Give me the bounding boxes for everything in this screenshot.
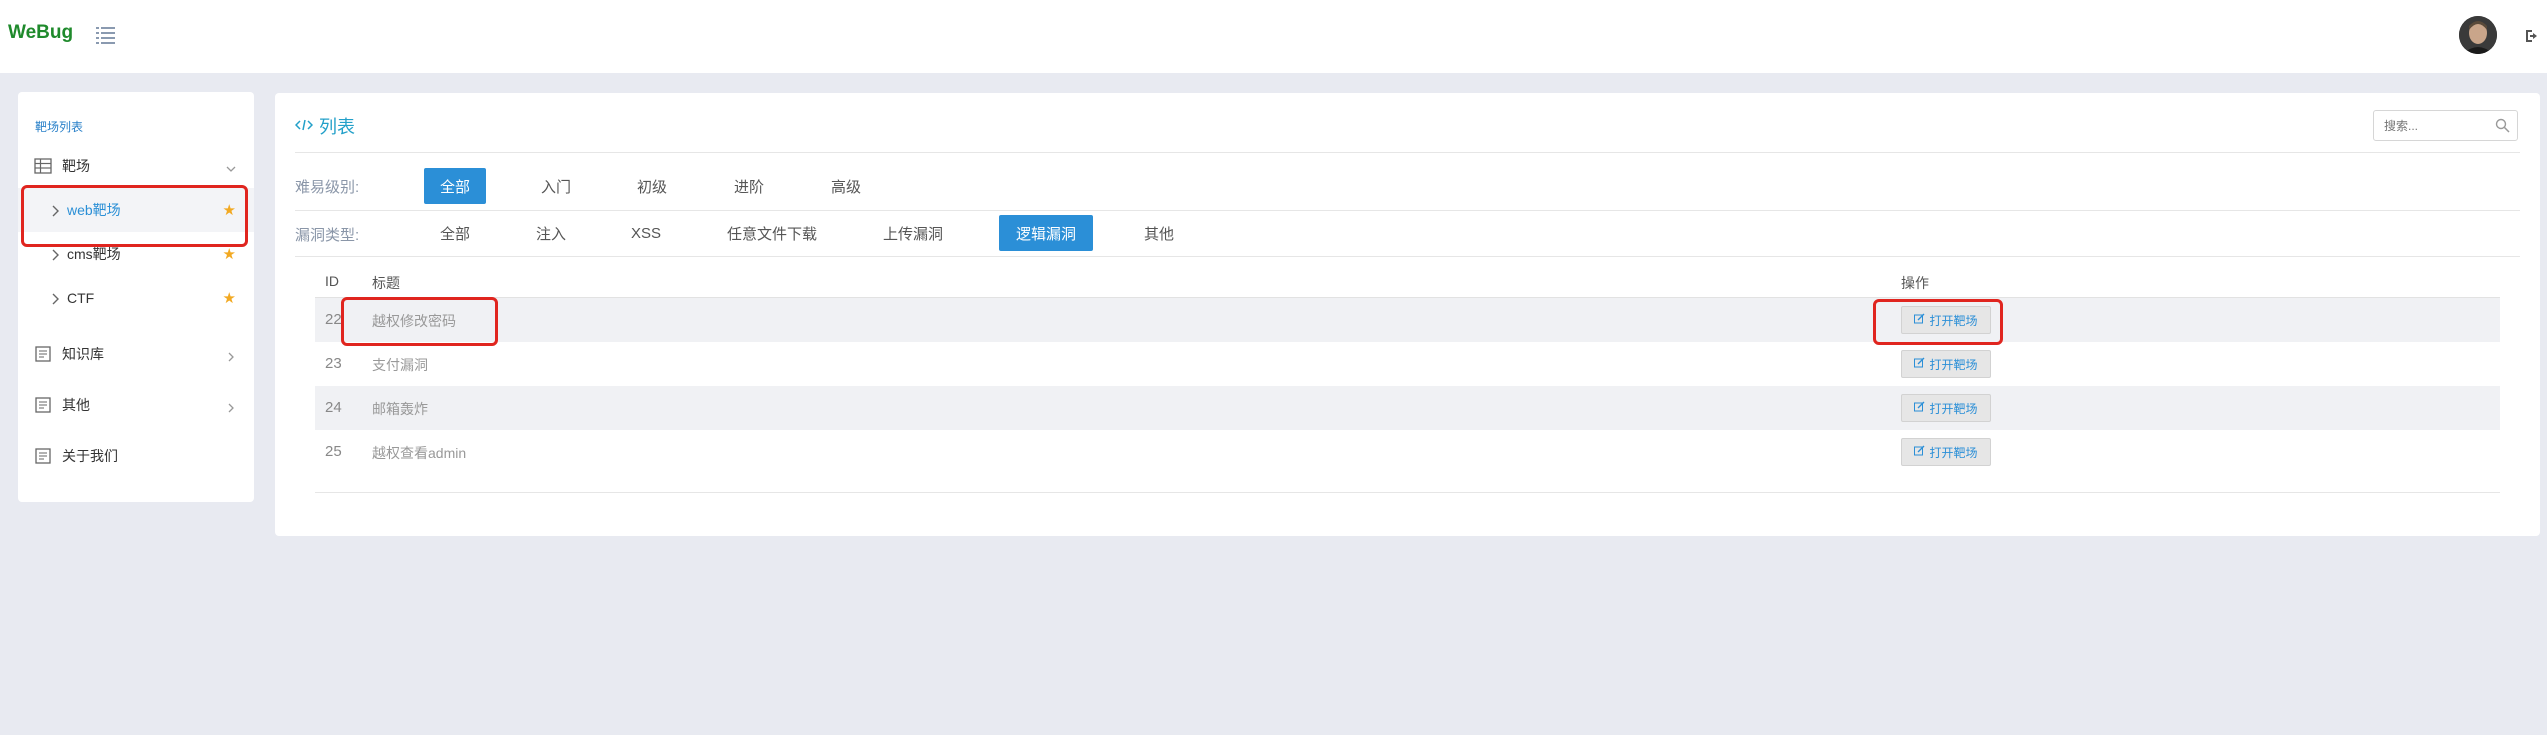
open-target-button[interactable]: 打开靶场 (1901, 350, 1991, 378)
table-row: 24 邮箱轰炸 打开靶场 (315, 386, 2500, 430)
sidebar: 靶场列表 靶场 web靶场 ★ cms靶场 ★ CTF ★ 知识库 其他 关于我… (18, 92, 254, 502)
top-bar: WeBug (0, 0, 2547, 73)
chevron-right-icon (226, 349, 236, 362)
row-id: 25 (325, 443, 342, 460)
row-id: 24 (325, 399, 342, 416)
sidebar-item-about[interactable]: 关于我们 (18, 434, 254, 478)
sidebar-item-label: 其他 (62, 397, 90, 413)
star-icon: ★ (222, 290, 236, 307)
table-header-id: ID (325, 273, 339, 289)
page-title-text: 列表 (319, 117, 355, 137)
logout-icon[interactable] (2524, 28, 2540, 44)
difficulty-option-all[interactable]: 全部 (424, 168, 486, 204)
sidebar-item-targets[interactable]: 靶场 (18, 144, 254, 188)
table-header-action: 操作 (1901, 275, 1929, 291)
document-icon (34, 346, 52, 362)
chevron-right-icon (50, 292, 60, 305)
sidebar-item-ctf[interactable]: CTF ★ (18, 276, 254, 320)
sidebar-item-label: 靶场 (62, 158, 90, 174)
divider (295, 256, 2520, 257)
open-target-label: 打开靶场 (1929, 401, 1978, 416)
sidebar-heading: 靶场列表 (35, 120, 84, 134)
difficulty-option-elementary[interactable]: 初级 (621, 168, 683, 204)
vuln-type-option-other[interactable]: 其他 (1128, 215, 1190, 251)
difficulty-option-advanced[interactable]: 高级 (815, 168, 877, 204)
brand-logo[interactable]: WeBug (8, 22, 73, 44)
document-icon (34, 397, 52, 413)
sidebar-item-label: CTF (67, 290, 95, 306)
row-title: 越权查看admin (372, 445, 467, 461)
highlight-box-web-targets (21, 185, 248, 247)
divider (295, 152, 2520, 153)
row-id: 23 (325, 355, 342, 372)
avatar[interactable] (2459, 16, 2497, 54)
open-target-label: 打开靶场 (1929, 445, 1978, 460)
vuln-type-option-all[interactable]: 全部 (424, 215, 486, 251)
open-target-label: 打开靶场 (1929, 357, 1978, 372)
row-title: 邮箱轰炸 (372, 401, 428, 417)
difficulty-option-beginner[interactable]: 入门 (525, 168, 587, 204)
sidebar-item-label: 知识库 (62, 346, 104, 362)
edit-icon (1914, 445, 1925, 459)
row-id: 22 (325, 311, 342, 328)
vuln-type-label: 漏洞类型: (295, 227, 360, 244)
vuln-type-option-logic[interactable]: 逻辑漏洞 (999, 215, 1093, 251)
sidebar-item-label: cms靶场 (67, 246, 121, 262)
table-header-title: 标题 (372, 275, 400, 291)
main-panel: 列表 难易级别: 全部 入门 初级 进阶 高级 漏洞类型: 全部 注入 XSS … (275, 93, 2540, 536)
edit-icon (1914, 357, 1925, 371)
vuln-type-option-injection[interactable]: 注入 (520, 215, 582, 251)
table-row: 25 越权查看admin 打开靶场 (315, 430, 2500, 474)
menu-icon[interactable] (96, 26, 116, 44)
chevron-right-icon (226, 400, 236, 413)
open-target-button[interactable]: 打开靶场 (1901, 394, 1991, 422)
page-title: 列表 (294, 113, 355, 139)
row-title: 支付漏洞 (372, 357, 428, 373)
difficulty-option-intermediate[interactable]: 进阶 (718, 168, 780, 204)
sidebar-item-label: 关于我们 (62, 448, 118, 464)
search-icon[interactable] (2495, 118, 2510, 133)
document-icon (34, 448, 52, 464)
sidebar-item-other[interactable]: 其他 (18, 383, 254, 427)
vuln-type-option-file-download[interactable]: 任意文件下载 (712, 215, 832, 251)
chevron-right-icon (50, 248, 60, 261)
table-icon (34, 158, 52, 174)
table-row: 22 越权修改密码 打开靶场 (315, 298, 2500, 342)
vuln-type-option-upload[interactable]: 上传漏洞 (868, 215, 958, 251)
difficulty-label: 难易级别: (295, 179, 360, 196)
chevron-down-icon (226, 161, 236, 172)
edit-icon (1914, 401, 1925, 415)
table-bottom-divider (315, 492, 2500, 493)
divider (295, 210, 2520, 211)
vuln-type-option-xss[interactable]: XSS (615, 215, 677, 251)
highlight-box-open-button (1873, 299, 2003, 345)
table-row: 23 支付漏洞 打开靶场 (315, 342, 2500, 386)
sidebar-item-knowledge[interactable]: 知识库 (18, 332, 254, 376)
highlight-box-row-title (341, 297, 498, 346)
star-icon: ★ (222, 246, 236, 263)
code-icon (294, 116, 314, 137)
open-target-button[interactable]: 打开靶场 (1901, 438, 1991, 466)
